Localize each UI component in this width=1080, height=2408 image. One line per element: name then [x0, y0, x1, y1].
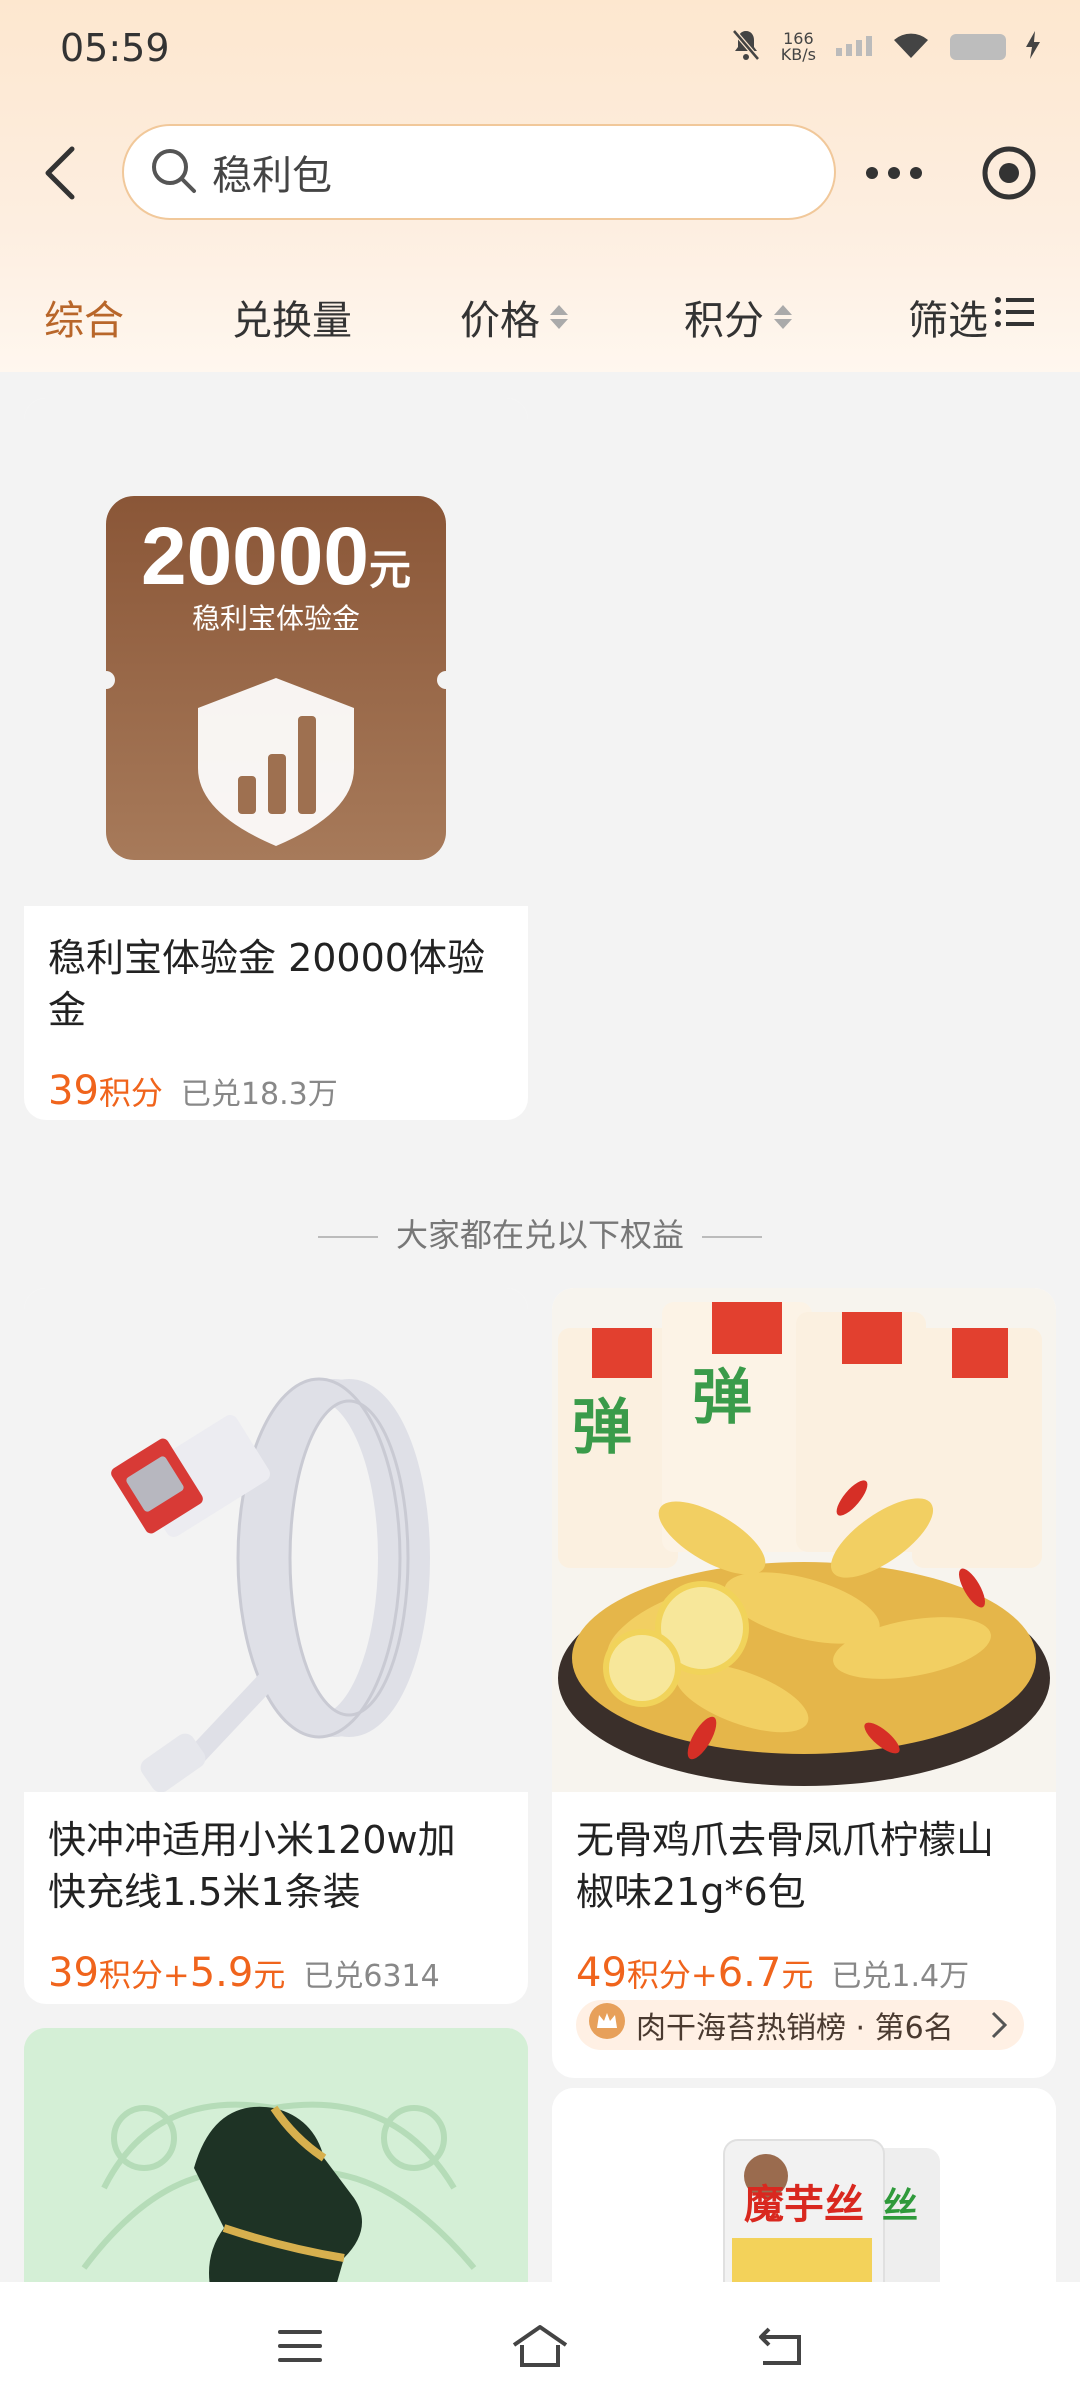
- sort-arrows-icon: [550, 305, 568, 329]
- more-dots-icon: [866, 167, 922, 179]
- search-icon: [148, 145, 198, 199]
- svg-text:弹: 弹: [572, 1393, 632, 1463]
- ranking-badge[interactable]: 肉干海苔热销榜 · 第6名: [576, 2000, 1024, 2050]
- tab-points[interactable]: 积分: [684, 288, 792, 346]
- charging-icon: [1026, 31, 1040, 63]
- home-button[interactable]: [500, 2316, 580, 2376]
- product-card[interactable]: 弹 弹 无骨鸡爪去骨凤爪柠檬山 椒味21g*6包 49积分+6.7元 已兑1.4…: [552, 1288, 1056, 2078]
- product-title: 快冲冲适用小米120w加 快充线1.5米1条装: [48, 1818, 456, 1914]
- back-nav-button[interactable]: [740, 2316, 820, 2376]
- status-bar: 05:59 166 KB/s: [0, 0, 1080, 100]
- product-title: 无骨鸡爪去骨凤爪柠檬山 椒味21g*6包: [576, 1818, 995, 1914]
- mute-icon: [731, 28, 761, 66]
- sold-count: 已兑6314: [303, 1959, 440, 1994]
- usb-cable-image: [111, 1377, 430, 1793]
- back-arrow-icon: [759, 2327, 801, 2365]
- product-image: 20000元 稳利宝体验金: [24, 398, 528, 906]
- product-image: 弹 弹: [552, 1288, 1056, 1792]
- wifi-icon: [892, 30, 930, 64]
- crown-icon: [588, 2002, 626, 2048]
- horse-statue-image: [24, 2028, 528, 2282]
- menu-button[interactable]: [260, 2316, 340, 2376]
- system-navigation-bar: [0, 2282, 1080, 2408]
- more-button[interactable]: [858, 138, 930, 208]
- search-query: 稳利包: [212, 153, 332, 199]
- sort-arrows-icon: [774, 305, 792, 329]
- product-price: 39积分 已兑18.3万: [48, 1068, 338, 1114]
- svg-text:弹: 弹: [692, 1363, 752, 1433]
- search-input[interactable]: 稳利包: [122, 124, 836, 220]
- chevron-left-icon: [45, 146, 75, 200]
- svg-text:稳利宝体验金: 稳利宝体验金: [192, 602, 360, 635]
- product-price: 49积分+6.7元 已兑1.4万: [576, 1950, 969, 1996]
- svg-text:丝: 丝: [882, 2186, 918, 2227]
- home-icon: [512, 2325, 568, 2367]
- konjac-snack-image: 魔芋丝 丝: [552, 2088, 1056, 2282]
- back-button[interactable]: [30, 138, 90, 208]
- section-divider: 大家都在兑以下权益: [0, 1210, 1080, 1256]
- signal-icon: [836, 34, 872, 60]
- search-header: 稳利包: [0, 118, 1080, 228]
- product-card[interactable]: 20000元 稳利宝体验金 稳利宝体验金 20000体验 金 39积分 已兑18…: [24, 398, 528, 1120]
- points-price: 39积分+5.9元: [48, 1950, 286, 1996]
- network-speed: 166 KB/s: [780, 29, 816, 64]
- menu-icon: [278, 2330, 322, 2362]
- svg-text:魔芋丝: 魔芋丝: [744, 2182, 864, 2228]
- coupon-image: 20000元 稳利宝体验金: [97, 496, 455, 860]
- sold-count: 已兑1.4万: [831, 1959, 970, 1994]
- target-icon: [982, 146, 1036, 200]
- chicken-feet-image: 弹 弹: [558, 1302, 1050, 1786]
- product-list: 20000元 稳利宝体验金 稳利宝体验金 20000体验 金 39积分 已兑18…: [0, 372, 1080, 2282]
- sold-count: 已兑18.3万: [180, 1077, 338, 1112]
- filter-list-icon: [994, 294, 1034, 340]
- product-card[interactable]: [24, 2028, 528, 2282]
- product-price: 39积分+5.9元 已兑6314: [48, 1950, 440, 1996]
- product-card[interactable]: 快冲冲适用小米120w加 快充线1.5米1条装 39积分+5.9元 已兑6314: [24, 1288, 528, 2004]
- points-price: 39积分: [48, 1068, 163, 1114]
- close-miniapp-button[interactable]: [970, 138, 1048, 208]
- product-title: 稳利宝体验金 20000体验 金: [48, 936, 485, 1032]
- tab-filter[interactable]: 筛选: [908, 288, 1034, 346]
- tab-price[interactable]: 价格: [460, 288, 568, 346]
- sort-bar: 综合 兑换量 价格 积分 筛选: [0, 280, 1080, 360]
- chevron-right-icon: [990, 2010, 1008, 2048]
- status-time: 05:59: [60, 26, 170, 70]
- product-image: [24, 1288, 528, 1793]
- points-price: 49积分+6.7元: [576, 1950, 814, 1996]
- product-card[interactable]: 魔芋丝 丝: [552, 2088, 1056, 2282]
- tab-exchange-volume[interactable]: 兑换量: [232, 288, 352, 346]
- battery-icon: [950, 34, 1006, 60]
- tab-comprehensive[interactable]: 综合: [44, 288, 124, 346]
